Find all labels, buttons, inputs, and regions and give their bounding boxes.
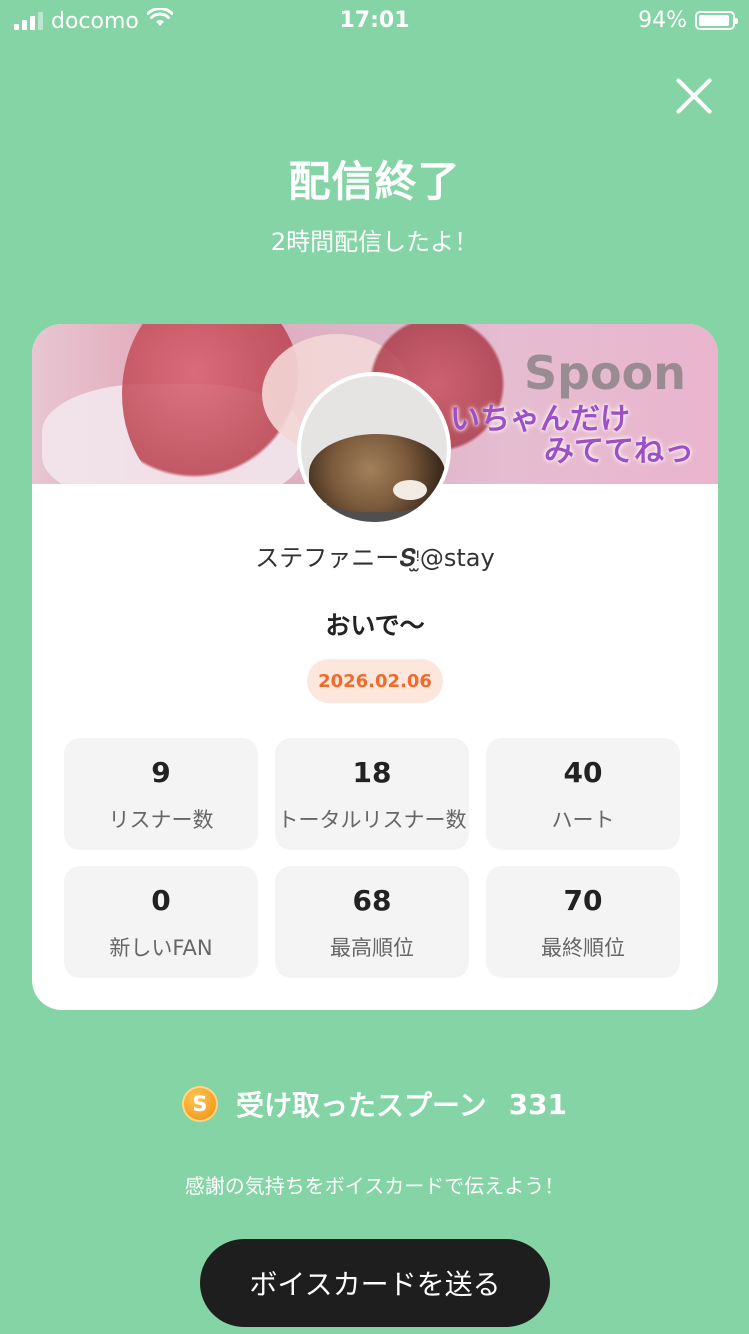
stat-value: 40 [563,756,603,789]
close-button[interactable] [668,70,720,122]
battery-icon [695,11,738,30]
live-summary-card: Spoon いちゃんだけ みててねっ ステファニー𝑺ᵎ̫@stay おいで〜 2… [32,324,718,1010]
avatar [297,372,451,526]
thanks-message: 感謝の気持ちをボイスカードで伝えよう！ [184,1174,565,1198]
stat-value: 0 [151,884,171,917]
stat-label: トータルリスナー数 [277,808,467,832]
stat-value: 70 [563,884,603,917]
live-title: おいで〜 [325,611,425,640]
stat-total-listeners: 18 トータルリスナー数 [275,738,469,850]
stat-label: リスナー数 [108,808,214,832]
banner-caption-line2: みててねっ [544,434,694,469]
stat-listeners: 9 リスナー数 [64,738,258,850]
stat-value: 9 [151,756,171,789]
stat-label: ハート [551,808,615,832]
stat-label: 最高順位 [330,936,414,960]
stat-new-fans: 0 新しいFAN [64,866,258,978]
stat-highest-rank: 68 最高順位 [275,866,469,978]
page-title: 配信終了 [288,157,461,206]
send-voice-card-button[interactable]: ボイスカードを送る [200,1239,550,1327]
stat-value: 18 [352,756,392,789]
spoon-coin-icon: S [181,1086,218,1122]
page-subtitle: 2時間配信したよ！ [270,228,479,256]
stat-label: 最終順位 [541,936,625,960]
battery-percent: 94% [638,8,687,33]
status-time: 17:01 [339,8,410,33]
spoons-count: 331 [508,1087,568,1121]
date-badge: 2026.02.06 [307,659,443,703]
stat-label: 新しいFAN [109,936,213,960]
spoons-label: 受け取ったスプーン [235,1089,487,1122]
received-spoons: S 受け取ったスプーン 331 [0,1082,749,1126]
stat-value: 68 [352,884,392,917]
stat-final-rank: 70 最終順位 [486,866,680,978]
stat-hearts: 40 ハート [486,738,680,850]
dj-username: ステファニー𝑺ᵎ̫@stay [255,544,495,572]
banner-logo-text: Spoon [524,346,687,400]
status-right: 94% [638,8,738,33]
status-bar: docomo 17:01 94% [0,0,749,42]
stats-grid: 9 リスナー数 18 トータルリスナー数 40 ハート 0 新しいFAN 68 … [64,738,680,978]
